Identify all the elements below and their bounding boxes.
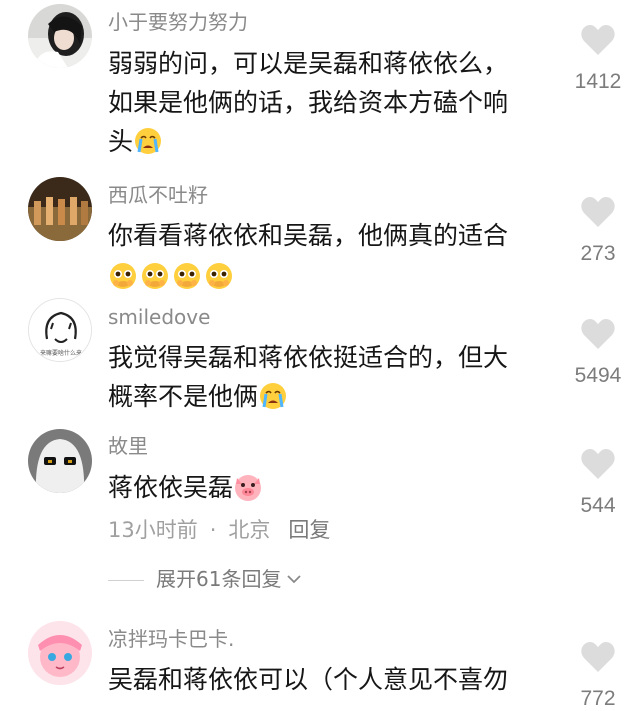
avatar[interactable]: 来嘛要啥什么来 (28, 298, 92, 362)
expand-replies-button[interactable]: 展开61条回复 (108, 566, 303, 592)
username[interactable]: 小于要努力努力 (108, 10, 248, 34)
comment-text: 弱弱的问，可以是吴磊和蒋依依么， 如果是他俩的话，我给资本方磕个响 头 (108, 44, 548, 161)
comment-line: 蒋依依吴磊 (108, 473, 234, 502)
like-button[interactable]: 273 (560, 196, 636, 266)
username[interactable]: 故里 (108, 434, 148, 458)
expand-replies-label[interactable]: 展开61条回复 (156, 567, 281, 591)
comment-line: 弱弱的问，可以是吴磊和蒋依依么， (108, 49, 509, 78)
heart-icon[interactable] (580, 196, 616, 228)
comment-time: 13小时前 (108, 518, 198, 542)
like-button[interactable]: 544 (560, 448, 636, 518)
crying-face-emoji-icon (133, 126, 163, 156)
comment-line: 我觉得吴磊和蒋依依挺适合的，但大 (108, 343, 509, 372)
chevron-down-icon (287, 575, 302, 584)
like-count: 5494 (574, 364, 622, 387)
like-button[interactable]: 1412 (560, 24, 636, 94)
like-count: 772 (580, 687, 616, 710)
username[interactable]: 凉拌玛卡巴卡. (108, 627, 234, 651)
avatar[interactable] (28, 429, 92, 493)
heart-icon[interactable] (580, 641, 616, 673)
like-count: 273 (580, 242, 616, 265)
pleading-face-emoji-icon (204, 261, 234, 291)
avatar-caption: 来嘛要啥什么来 (40, 349, 82, 357)
comment-text: 吴磊和蒋依依可以（个人意见不喜勿 (108, 660, 548, 699)
pleading-face-emoji-icon (172, 261, 202, 291)
comment-line: 吴磊和蒋依依可以（个人意见不喜勿 (108, 665, 509, 694)
username[interactable]: smiledove (108, 305, 210, 329)
separator-dot: · (209, 518, 217, 542)
comment-line: 如果是他俩的话，我给资本方磕个响 (108, 88, 509, 117)
avatar[interactable] (28, 621, 92, 685)
emoji-row (108, 257, 548, 296)
comment-line: 概率不是他俩 (108, 382, 259, 411)
like-button[interactable]: 5494 (560, 318, 636, 388)
comment-meta: 13小时前 · 北京 回复 (108, 517, 330, 543)
reply-button[interactable]: 回复 (288, 518, 330, 542)
pig-face-emoji-icon (233, 472, 263, 502)
comment-text: 我觉得吴磊和蒋依依挺适合的，但大 概率不是他俩 (108, 338, 548, 416)
pleading-face-emoji-icon (140, 261, 170, 291)
crying-face-emoji-icon (258, 381, 288, 411)
comment-line: 头 (108, 127, 134, 156)
heart-icon[interactable] (580, 24, 616, 56)
comment-line: 你看看蒋依依和吴磊，他俩真的适合 (108, 221, 509, 250)
comment-location: 北京 (228, 518, 271, 542)
comment-text: 你看看蒋依依和吴磊，他俩真的适合 (108, 216, 548, 296)
avatar[interactable] (28, 177, 92, 241)
avatar[interactable] (28, 4, 92, 68)
like-count: 1412 (574, 70, 622, 93)
heart-icon[interactable] (580, 448, 616, 480)
username[interactable]: 西瓜不吐籽 (108, 183, 208, 207)
like-button[interactable]: 772 (560, 641, 636, 711)
pleading-face-emoji-icon (108, 261, 138, 291)
divider-line (108, 580, 144, 581)
like-count: 544 (580, 494, 616, 517)
heart-icon[interactable] (580, 318, 616, 350)
comment-text: 蒋依依吴磊 (108, 468, 548, 507)
